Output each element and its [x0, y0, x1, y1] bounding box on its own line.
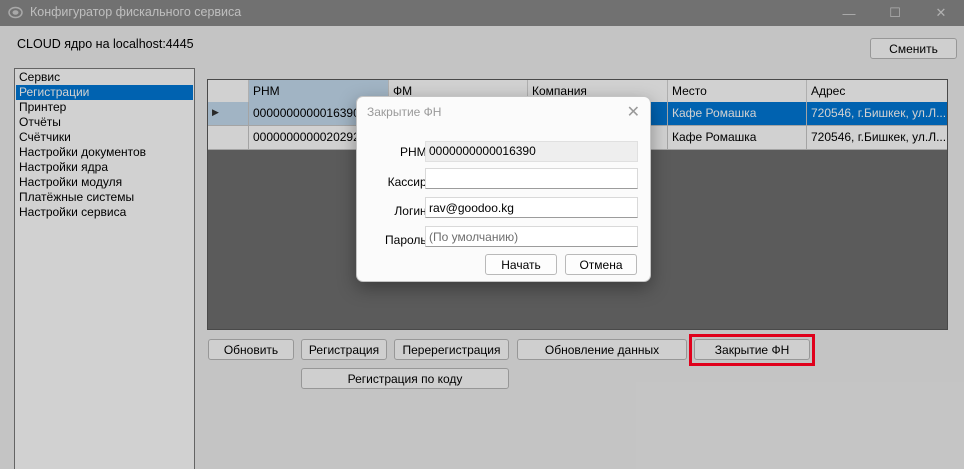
- password-label: Пароль:: [385, 233, 430, 247]
- dialog-title: Закрытие ФН: [367, 105, 442, 119]
- close-fn-dialog: Закрытие ФН ✕ РНМ: 0000000000016390 Касс…: [356, 96, 651, 282]
- cell-address[interactable]: 720546, г.Бишкек, ул.Л...: [807, 126, 947, 150]
- reregister-button[interactable]: Перерегистрация: [394, 339, 509, 360]
- sidebar-item-document-settings[interactable]: Настройки документов: [16, 145, 193, 160]
- sidebar-item-payment-systems[interactable]: Платёжные системы: [16, 190, 193, 205]
- rnm-field: 0000000000016390: [425, 141, 638, 162]
- sidebar-item-core-settings[interactable]: Настройки ядра: [16, 160, 193, 175]
- sidebar-item-reports[interactable]: Отчёты: [16, 115, 193, 130]
- close-fn-button[interactable]: Закрытие ФН: [694, 339, 810, 360]
- sidebar-item-counters[interactable]: Счётчики: [16, 130, 193, 145]
- cashier-label: Кассир:: [387, 175, 430, 189]
- login-field[interactable]: [425, 197, 638, 218]
- sidebar-item-service[interactable]: Сервис: [16, 70, 193, 85]
- sidebar-item-module-settings[interactable]: Настройки модуля: [16, 175, 193, 190]
- password-field[interactable]: [425, 226, 638, 247]
- app-icon: [8, 6, 23, 19]
- minimize-icon[interactable]: —: [826, 0, 872, 26]
- row-indicator[interactable]: ▶: [208, 102, 249, 126]
- change-server-button[interactable]: Сменить: [870, 38, 957, 59]
- sidebar-nav[interactable]: Сервис Регистрации Принтер Отчёты Счётчи…: [14, 68, 195, 469]
- row-indicator[interactable]: [208, 126, 249, 150]
- row-header-corner: [208, 80, 249, 102]
- current-row-arrow-icon: ▶: [212, 107, 219, 117]
- server-label: CLOUD ядро на localhost:4445: [17, 37, 194, 51]
- start-button[interactable]: Начать: [485, 254, 557, 275]
- sidebar-item-service-settings[interactable]: Настройки сервиса: [16, 205, 193, 220]
- cashier-field[interactable]: [425, 168, 638, 189]
- maximize-icon[interactable]: ☐: [872, 0, 918, 26]
- cell-address[interactable]: 720546, г.Бишкек, ул.Л...: [807, 102, 947, 126]
- update-data-button[interactable]: Обновление данных: [517, 339, 687, 360]
- column-header-place[interactable]: Место: [668, 80, 807, 102]
- dialog-close-icon[interactable]: ✕: [627, 102, 640, 122]
- close-icon[interactable]: ✕: [918, 0, 964, 26]
- sidebar-item-registrations[interactable]: Регистрации: [16, 85, 193, 100]
- title-bar: Конфигуратор фискального сервиса — ☐ ✕: [0, 0, 964, 26]
- column-header-address[interactable]: Адрес: [807, 80, 947, 102]
- cell-place[interactable]: Кафе Ромашка: [668, 102, 807, 126]
- window-title: Конфигуратор фискального сервиса: [30, 5, 242, 19]
- cancel-button[interactable]: Отмена: [565, 254, 637, 275]
- sidebar-item-printer[interactable]: Принтер: [16, 100, 193, 115]
- cell-place[interactable]: Кафе Ромашка: [668, 126, 807, 150]
- register-by-code-button[interactable]: Регистрация по коду: [301, 368, 509, 389]
- register-button[interactable]: Регистрация: [301, 339, 387, 360]
- refresh-button[interactable]: Обновить: [208, 339, 294, 360]
